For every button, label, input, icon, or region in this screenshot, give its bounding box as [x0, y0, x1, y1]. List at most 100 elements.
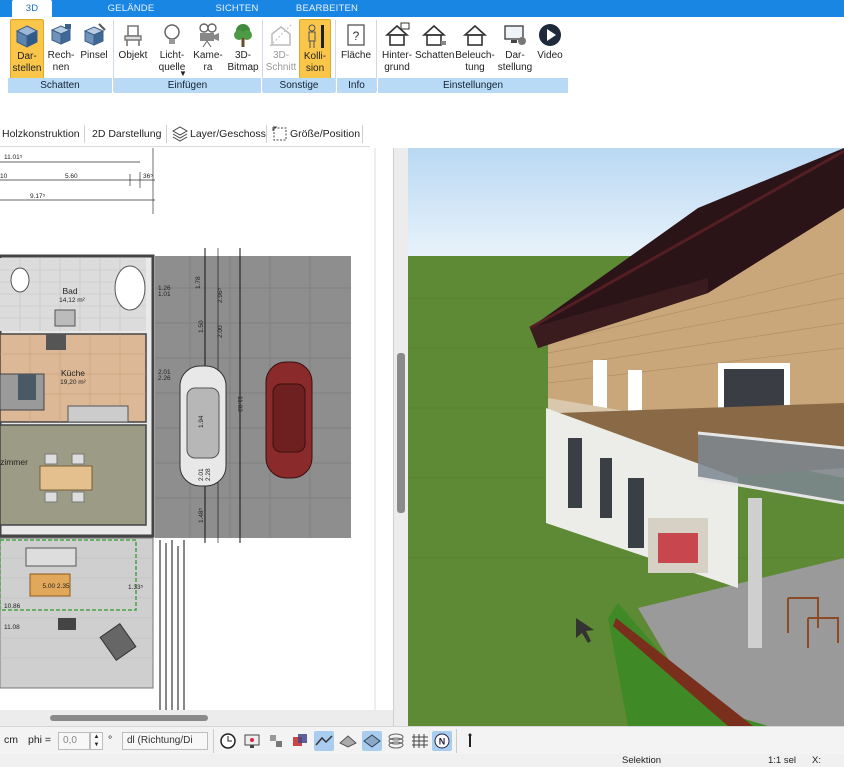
ribbon-separator [335, 20, 336, 92]
unit-label: cm [4, 734, 18, 746]
dimension-label: 1.50 [198, 320, 205, 333]
bottom-toolbar: cm phi = 0,0 ▲ ▼ ° dl (Richtung/Di N [0, 726, 844, 754]
dimension-label: 1.48⁵ [198, 507, 205, 523]
layers-icon [172, 126, 188, 142]
svg-text:N: N [439, 737, 446, 747]
floor-plan-drawing[interactable]: 11.01⁵ 5.60 36⁵ 9.17⁵ 10 1.26 1.01 2.01 … [0, 148, 393, 710]
room-name: Bad [62, 286, 77, 296]
room-area: 14,12 m² [59, 297, 85, 304]
dimension-label: 5.60 [65, 173, 78, 180]
clock-icon[interactable] [218, 731, 238, 751]
resize-icon [272, 126, 287, 141]
holzkonstruktion-button[interactable]: Holzkonstruktion [2, 126, 80, 142]
status-mode: Selektion [622, 755, 662, 766]
paint-brush-icon [83, 23, 106, 46]
room-area: 5.00 2.35 [42, 583, 69, 590]
stack-icon[interactable] [386, 731, 406, 751]
surfaces-icon[interactable] [338, 731, 358, 751]
group-label-einfuegen: Einfügen [114, 78, 261, 93]
layer-geschoss-button[interactable]: Layer/Geschoss [190, 126, 266, 142]
dimension-label: 1.94 [198, 415, 205, 428]
monitor-icon[interactable] [242, 731, 262, 751]
layer-plane-icon[interactable] [362, 731, 382, 751]
dimension-label: 1.01 [158, 291, 171, 298]
3d-bitmap-button[interactable]: 3D- Bitmap [226, 19, 260, 79]
video-button[interactable]: Video [535, 19, 565, 79]
dimension-label: 11.03 [236, 396, 243, 412]
lichtquelle-button[interactable]: Licht- quelle ▼ [154, 19, 190, 79]
groesse-position-button[interactable]: Größe/Position [290, 126, 360, 142]
view-splitter-scrollbar[interactable] [393, 148, 408, 726]
toolbar-divider [456, 729, 457, 753]
phi-input[interactable]: 0,0 [58, 732, 90, 750]
cube-shaded-icon [15, 25, 39, 48]
tab-bearbeiten[interactable]: BEARBEITEN [290, 0, 364, 17]
house-shadow-icon [421, 24, 447, 46]
north-arrow-icon[interactable]: N [432, 731, 452, 751]
hintergrund-button[interactable]: Hinter- grund [379, 19, 415, 79]
pinsel-button[interactable]: Pinsel [78, 19, 110, 79]
horizontal-scrollbar[interactable] [0, 710, 393, 726]
flaeche-button[interactable]: ? Fläche [338, 19, 374, 79]
plan-toolbar: Holzkonstruktion 2D Darstellung Layer/Ge… [0, 121, 370, 147]
monitor-settings-icon [504, 25, 526, 45]
house-lighting-icon [462, 24, 488, 46]
degree-label: ° [108, 734, 113, 746]
group-label-einstellungen: Einstellungen [378, 78, 568, 93]
tab-3d[interactable]: 3D [12, 0, 52, 17]
dimension-label: 10 [0, 173, 8, 180]
kamera-button[interactable]: Kame- ra [192, 19, 224, 79]
dimension-label: 11.01⁵ [4, 154, 23, 161]
phi-label: phi = [28, 734, 52, 746]
toolbar-divider [166, 125, 167, 143]
beleuchtung-button[interactable]: Beleuch- tung [455, 19, 495, 79]
darstellen-button[interactable]: Dar- stellen [10, 19, 44, 79]
toolbar-divider [213, 729, 214, 753]
dimension-label: 1.78 [195, 276, 202, 289]
svg-text:?: ? [353, 29, 360, 43]
room-area: 19,20 m² [60, 379, 86, 386]
materials-icon[interactable] [290, 731, 310, 751]
room-name: zimmer [0, 457, 28, 467]
light-bulb-icon [164, 24, 180, 44]
dimension-label: 2.96⁵ [217, 287, 224, 303]
3d-house-render[interactable] [408, 148, 844, 726]
person-collision-icon [308, 24, 324, 48]
group-label-sonstige: Sonstige [263, 78, 335, 93]
height-icon[interactable] [460, 731, 480, 751]
status-scale: 1:1 sel [768, 755, 796, 766]
cube-render-icon [50, 24, 72, 45]
toolbar-divider [266, 125, 267, 143]
phi-stepper[interactable]: ▲ ▼ [90, 732, 103, 750]
terrain-icon[interactable] [314, 731, 334, 751]
kollision-button[interactable]: Kolli- sion [299, 19, 331, 79]
tab-sichten[interactable]: SICHTEN [204, 0, 270, 17]
dimension-label: 2.28 [205, 468, 212, 481]
floor-plan-view[interactable]: 11.01⁵ 5.60 36⁵ 9.17⁵ 10 1.26 1.01 2.01 … [0, 148, 393, 710]
ribbon-tab-bar: 3D GELÄNDE SICHTEN BEARBEITEN [0, 0, 844, 17]
scrollbar-thumb[interactable] [397, 353, 405, 513]
schatten-button[interactable]: Schatten [415, 19, 454, 79]
3d-view[interactable] [408, 148, 844, 726]
dimension-label: 2.00 [217, 325, 224, 338]
grid-icon[interactable] [410, 731, 430, 751]
play-circle-icon [539, 24, 561, 46]
rechnen-button[interactable]: Rech- nen [46, 19, 76, 79]
2d-darstellung-button[interactable]: 2D Darstellung [92, 126, 161, 142]
darstellung-button[interactable]: Dar- stellung [496, 19, 534, 79]
objekt-button[interactable]: Objekt [116, 19, 150, 79]
3d-objects-icon[interactable] [266, 731, 286, 751]
group-label-info: Info [337, 78, 376, 93]
dimension-label: 36⁵ [143, 173, 153, 180]
ribbon-separator [376, 20, 377, 92]
toolbar-divider [84, 125, 85, 143]
dimension-label: 2.01 [198, 468, 205, 481]
3d-schnitt-button[interactable]: 3D- Schnitt [265, 19, 297, 79]
area-info-icon: ? [347, 24, 365, 46]
tab-gelaende[interactable]: GELÄNDE [98, 0, 164, 17]
toolbar-divider [362, 125, 363, 143]
scrollbar-thumb[interactable] [50, 715, 208, 721]
direction-select[interactable]: dl (Richtung/Di [122, 732, 208, 750]
status-bar: Selektion 1:1 sel X: [0, 754, 844, 767]
dimension-label: 1.33⁵ [128, 584, 144, 591]
